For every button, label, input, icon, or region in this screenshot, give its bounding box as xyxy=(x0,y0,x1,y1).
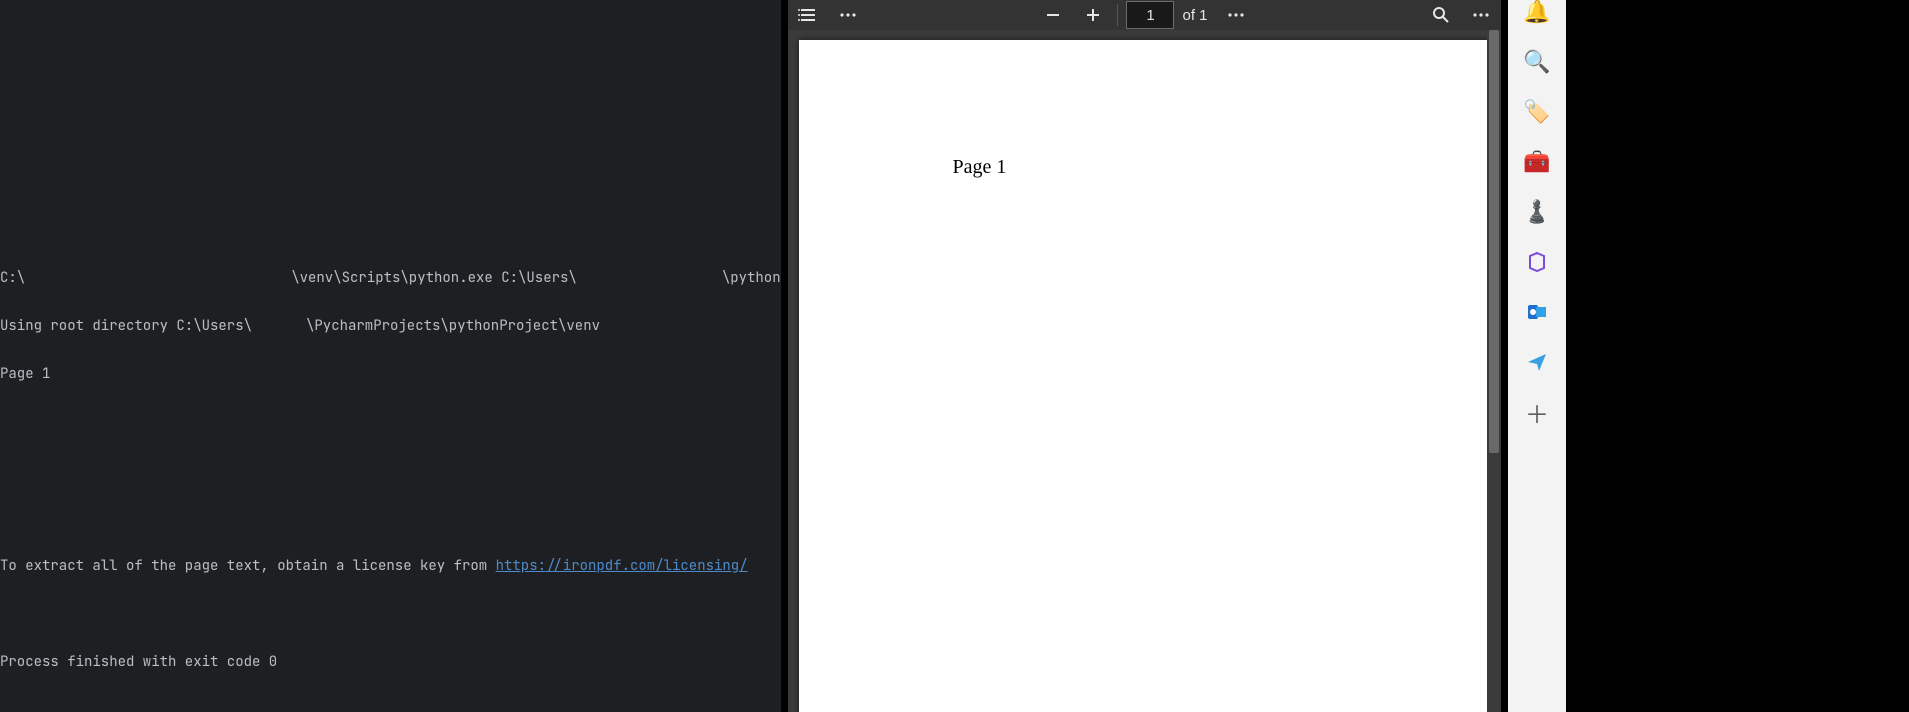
toolbar-separator xyxy=(1117,4,1118,26)
ellipsis-icon xyxy=(1226,5,1246,25)
tag-icon[interactable]: 🏷️ xyxy=(1525,100,1549,124)
console-line xyxy=(0,510,781,526)
pane-gap xyxy=(1501,0,1508,712)
console-line: Using root directory C:\Users\\PycharmPr… xyxy=(0,318,781,334)
console-line xyxy=(0,606,781,622)
console-line: To extract all of the page text, obtain … xyxy=(0,558,781,574)
office-icon xyxy=(1526,251,1548,273)
ellipsis-icon xyxy=(1471,5,1491,25)
send-icon[interactable] xyxy=(1525,350,1549,374)
search-icon xyxy=(1431,5,1451,25)
console-line: Page 1 xyxy=(0,366,781,382)
more-right-button[interactable] xyxy=(1461,0,1501,30)
minus-icon xyxy=(1044,6,1062,24)
console-line xyxy=(0,462,781,478)
page-count-label: of 1 xyxy=(1182,7,1207,24)
pdf-page-text: Page 1 xyxy=(953,156,1007,179)
toc-icon xyxy=(798,5,818,25)
ide-console-pane: C:\\venv\Scripts\python.exe C:\Users\\py… xyxy=(0,0,781,712)
zoom-out-button[interactable] xyxy=(1033,0,1073,30)
zoom-in-button[interactable] xyxy=(1073,0,1113,30)
outlook-svg-icon xyxy=(1526,301,1548,323)
console-line xyxy=(0,414,781,430)
chess-piece-icon[interactable]: ♟️ xyxy=(1525,200,1549,224)
toolbox-icon[interactable]: 🧰 xyxy=(1525,150,1549,174)
ellipsis-icon xyxy=(838,5,858,25)
page-number-input[interactable] xyxy=(1126,1,1174,29)
toc-button[interactable] xyxy=(788,0,828,30)
add-app-button[interactable]: ＋ xyxy=(1525,400,1549,424)
outlook-icon[interactable] xyxy=(1525,300,1549,324)
more-center-button[interactable] xyxy=(1216,0,1256,30)
pdf-viewport[interactable]: Page 1 xyxy=(788,30,1501,712)
zoom-sidebar-icon[interactable]: 🔍 xyxy=(1525,50,1549,74)
pdf-page: Page 1 xyxy=(799,40,1491,712)
scrollbar-thumb[interactable] xyxy=(1489,30,1499,453)
pdf-scrollbar[interactable] xyxy=(1487,30,1501,712)
pane-divider[interactable] xyxy=(781,0,788,712)
windows-sidebar: 🔔 🔍 🏷️ 🧰 ♟️ ＋ xyxy=(1508,0,1566,712)
paper-plane-icon xyxy=(1526,351,1548,373)
plus-icon xyxy=(1084,6,1102,24)
console-output: C:\\venv\Scripts\python.exe C:\Users\\py… xyxy=(0,238,781,702)
license-link[interactable]: https://ironpdf.com/licensing/ xyxy=(496,557,748,575)
pdf-viewer-pane: of 1 Page 1 xyxy=(788,0,1501,712)
search-button[interactable] xyxy=(1421,0,1461,30)
office365-icon[interactable] xyxy=(1525,250,1549,274)
console-line: Process finished with exit code 0 xyxy=(0,654,781,670)
console-line: C:\\venv\Scripts\python.exe C:\Users\\py… xyxy=(0,270,781,286)
more-left-button[interactable] xyxy=(828,0,868,30)
notifications-icon[interactable]: 🔔 xyxy=(1525,0,1549,24)
pdf-toolbar: of 1 xyxy=(788,0,1501,30)
